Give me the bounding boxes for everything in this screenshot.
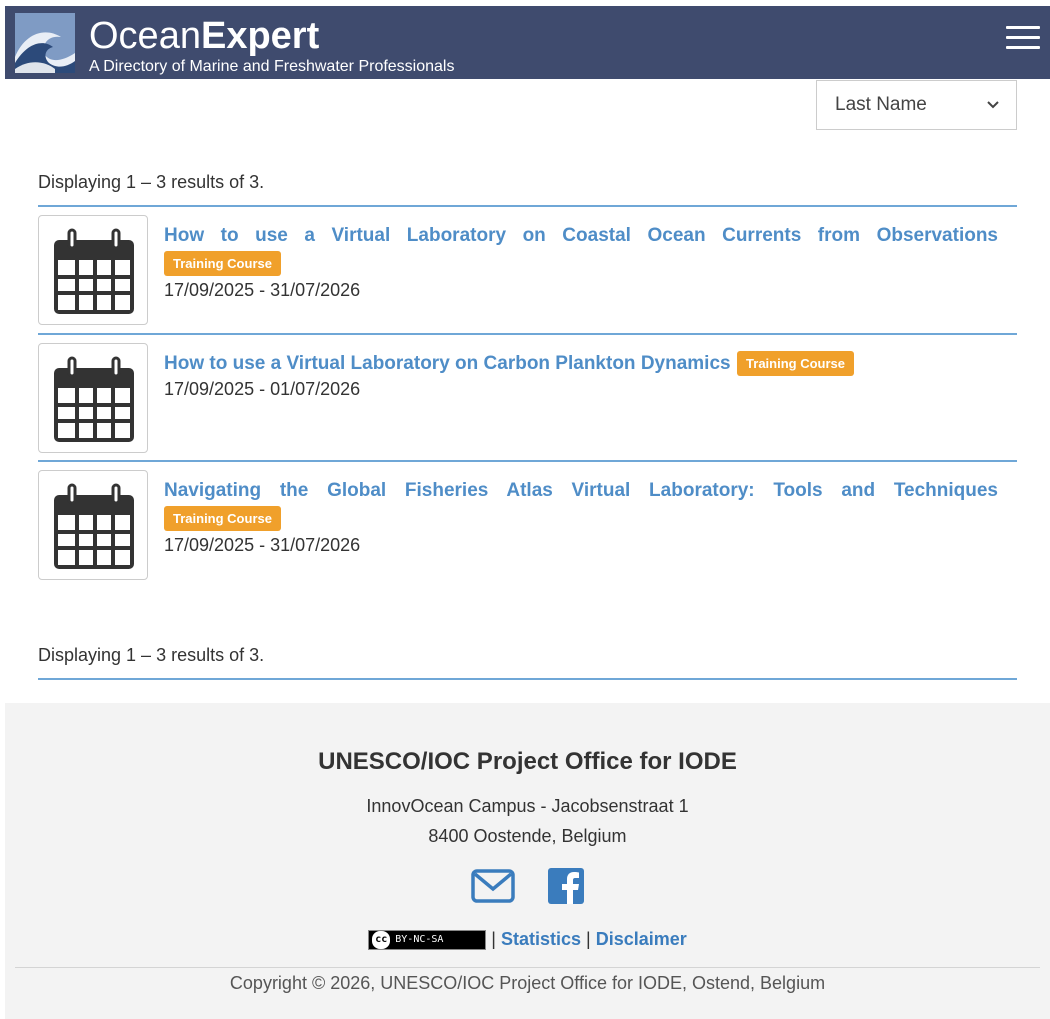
result-title-row: How to use a Virtual Laboratory on Carbo… bbox=[164, 350, 855, 377]
result-title-link[interactable]: How to use a Virtual Laboratory on Coast… bbox=[164, 222, 998, 249]
divider bbox=[38, 678, 1017, 680]
result-title-link[interactable]: How to use a Virtual Laboratory on Carbo… bbox=[164, 353, 731, 374]
list-item: Navigating the Global Fisheries Atlas Vi… bbox=[38, 462, 1017, 590]
copyright-text: Copyright © 2026, UNESCO/IOC Project Off… bbox=[229, 973, 826, 993]
site-header: OceanExpert A Directory of Marine and Fr… bbox=[5, 6, 1050, 79]
calendar-icon bbox=[54, 228, 134, 314]
training-course-badge: Training Course bbox=[164, 251, 281, 276]
results-summary-bottom: Displaying 1 – 3 results of 3. bbox=[38, 645, 265, 665]
footer-address-line1: InnovOcean Campus - Jacobsenstraat 1 bbox=[366, 796, 689, 816]
calendar-thumbnail[interactable] bbox=[38, 215, 148, 325]
site-footer: UNESCO/IOC Project Office for IODE Innov… bbox=[5, 703, 1050, 1019]
sort-select-value: Last Name bbox=[835, 94, 927, 115]
sort-select[interactable]: Last Name bbox=[816, 80, 1017, 130]
oceanexpert-logo[interactable] bbox=[15, 13, 75, 73]
calendar-icon bbox=[54, 483, 134, 569]
brand-name[interactable]: OceanExpert bbox=[89, 15, 319, 57]
disclaimer-link[interactable]: Disclaimer bbox=[596, 929, 687, 949]
separator: | bbox=[586, 929, 591, 949]
chevron-down-icon bbox=[986, 81, 1000, 148]
result-dates: 17/09/2025 - 01/07/2026 bbox=[164, 379, 361, 399]
training-course-badge: Training Course bbox=[737, 351, 855, 376]
calendar-icon bbox=[54, 356, 134, 442]
license-badge[interactable]: cc BY-NC-SA bbox=[368, 930, 487, 951]
result-dates: 17/09/2025 - 31/07/2026 bbox=[164, 280, 361, 300]
separator: | bbox=[491, 929, 496, 949]
results-summary-top: Displaying 1 – 3 results of 3. bbox=[38, 172, 265, 192]
menu-icon[interactable] bbox=[1006, 26, 1040, 54]
facebook-icon[interactable] bbox=[547, 868, 584, 909]
footer-title: UNESCO/IOC Project Office for IODE bbox=[318, 748, 737, 775]
statistics-link[interactable]: Statistics bbox=[501, 929, 581, 949]
list-item: How to use a Virtual Laboratory on Carbo… bbox=[38, 335, 1017, 463]
footer-links: cc BY-NC-SA | Statistics | Disclaimer bbox=[5, 929, 1050, 951]
calendar-thumbnail[interactable] bbox=[38, 343, 148, 453]
envelope-icon[interactable] bbox=[471, 869, 516, 908]
result-title-link[interactable]: Navigating the Global Fisheries Atlas Vi… bbox=[164, 477, 998, 504]
brand-tagline: A Directory of Marine and Freshwater Pro… bbox=[89, 58, 455, 75]
brand-bold: Expert bbox=[200, 15, 320, 57]
footer-social-icons bbox=[5, 868, 1050, 909]
brand-regular: Ocean bbox=[89, 15, 201, 57]
license-badge-text: BY-NC-SA bbox=[395, 934, 444, 946]
footer-address-line2: 8400 Oostende, Belgium bbox=[428, 826, 627, 846]
result-dates: 17/09/2025 - 31/07/2026 bbox=[164, 535, 361, 555]
calendar-thumbnail[interactable] bbox=[38, 470, 148, 580]
cc-icon: cc bbox=[372, 931, 391, 950]
training-course-badge: Training Course bbox=[164, 506, 281, 531]
list-item: How to use a Virtual Laboratory on Coast… bbox=[38, 207, 1017, 335]
footer-divider bbox=[15, 967, 1040, 968]
